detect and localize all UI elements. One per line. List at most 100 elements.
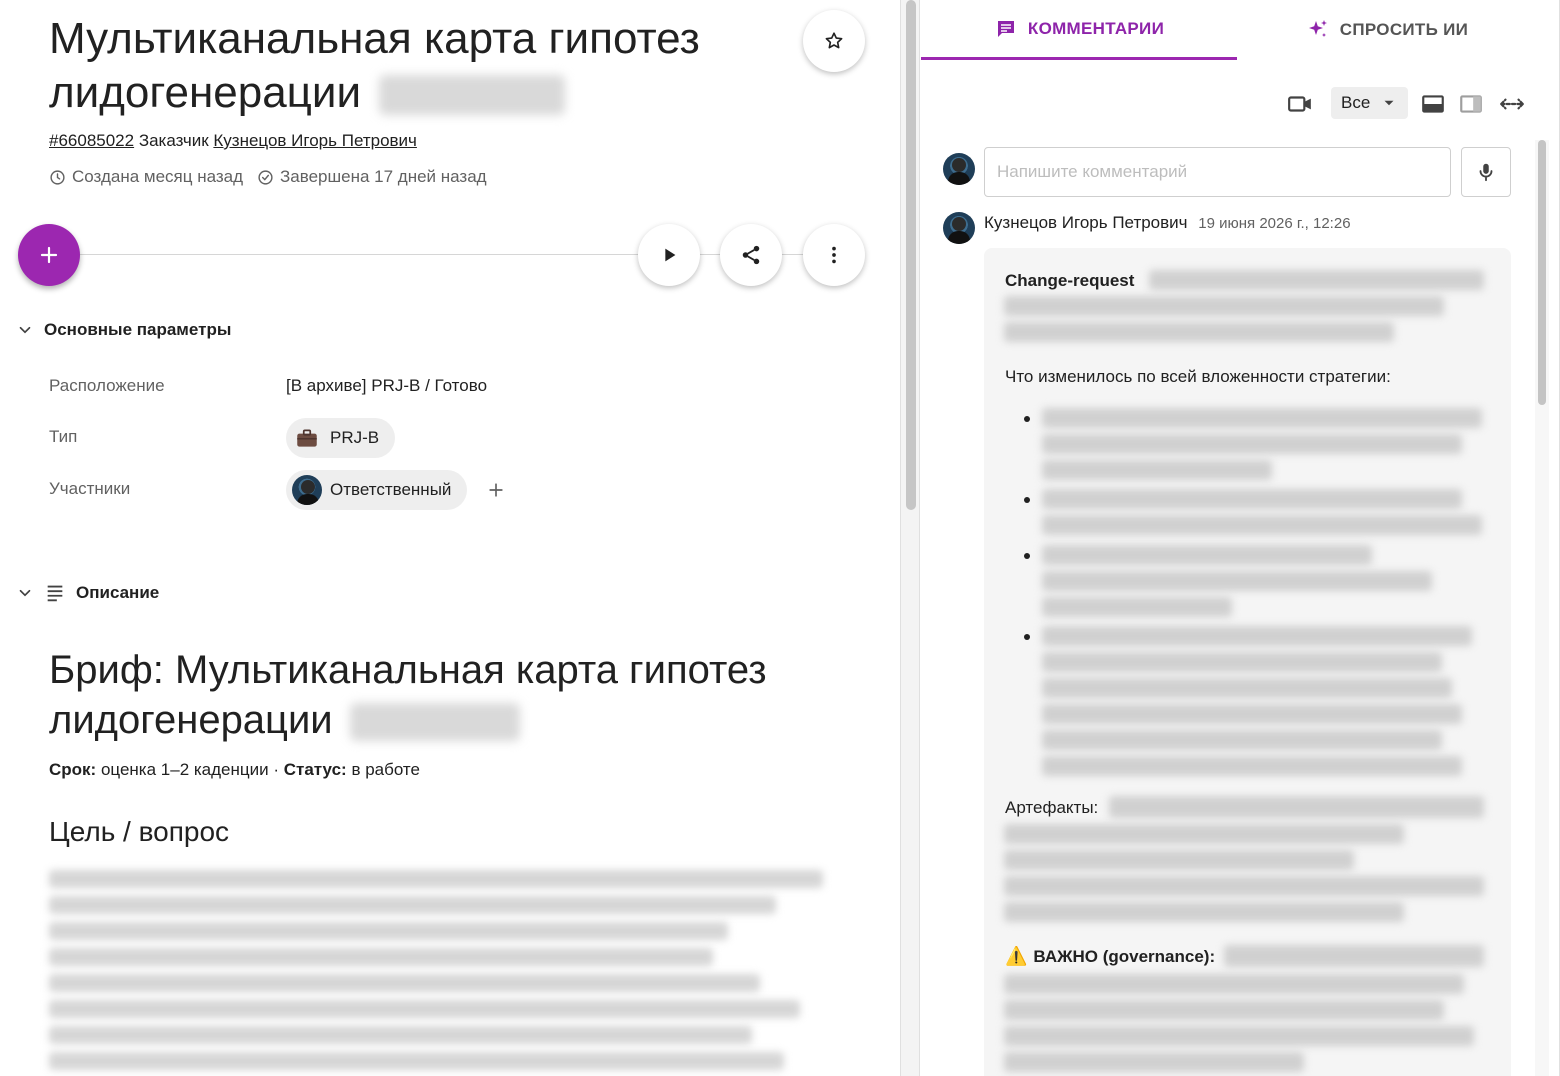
pane-splitter[interactable] (900, 0, 920, 1076)
expand-width-button[interactable] (1497, 90, 1527, 118)
bullet (1024, 497, 1030, 503)
redacted-text (1004, 322, 1394, 342)
redacted-text (1042, 545, 1372, 565)
dock-bottom-icon (1422, 95, 1444, 113)
brief-title: Бриф: Мультиканальная карта гипотез лидо… (49, 645, 849, 745)
comment-timestamp: 19 июня 2026 г., 12:26 (1198, 215, 1351, 232)
filter-value: Все (1341, 93, 1371, 112)
voice-input-button[interactable] (1461, 147, 1511, 197)
comments-panel: КОММЕНТАРИИ СПРОСИТЬ ИИ Все Напишите ком… (921, 0, 1560, 1076)
task-title-text: Мультиканальная карта гипотез лидогенера… (49, 14, 700, 117)
change-request-label: Change-request (1005, 271, 1135, 290)
redacted-brief-suffix (349, 703, 520, 742)
comment-input[interactable]: Напишите комментарий (984, 147, 1451, 197)
share-button[interactable] (720, 224, 782, 286)
avatar (943, 212, 975, 244)
artifacts-label: Артефакты: (1005, 798, 1099, 817)
task-dates: Создана месяц назад Завершена 17 дней на… (49, 167, 487, 187)
layout-bottom-button[interactable] (1418, 90, 1448, 118)
tab-ask-ai[interactable]: СПРОСИТЬ ИИ (1237, 0, 1537, 60)
task-meta: #66085022 Заказчик Кузнецов Игорь Петров… (49, 131, 417, 151)
task-detail-pane: Мультиканальная карта гипотез лидогенера… (0, 0, 900, 1076)
play-icon (665, 248, 676, 262)
redacted-text (1004, 974, 1464, 994)
customer-link[interactable]: Кузнецов Игорь Петрович (213, 131, 417, 150)
favorite-button[interactable] (803, 10, 865, 72)
deadline-label: Срок: (49, 760, 97, 779)
star-icon (825, 32, 843, 49)
bullet (1024, 553, 1030, 559)
videocam-icon (1288, 96, 1311, 112)
mic-icon (1479, 163, 1493, 182)
redacted-text (1042, 626, 1472, 646)
redacted-title-suffix (379, 75, 566, 116)
more-button[interactable] (803, 224, 865, 286)
redacted-text (1042, 652, 1442, 672)
chevron-down-icon (19, 589, 31, 597)
description-toggle[interactable]: Описание (16, 582, 159, 604)
tab-comments[interactable]: КОММЕНТАРИИ (921, 0, 1237, 60)
warning-icon: ⚠️ (1005, 946, 1028, 966)
members-label: Участники (49, 479, 131, 498)
location-value[interactable]: [В архиве] PRJ-B / Готово (286, 376, 487, 396)
add-button[interactable] (18, 224, 80, 286)
plus-icon (489, 483, 503, 497)
redacted-text (1042, 597, 1232, 617)
redacted-text (1042, 571, 1432, 591)
redacted-text (1042, 730, 1442, 750)
redacted-text (1042, 678, 1452, 698)
redacted-text (1042, 756, 1462, 776)
comment-header: Кузнецов Игорь Петрович 19 июня 2026 г.,… (984, 213, 1351, 233)
layout-side-button[interactable] (1456, 90, 1486, 118)
created-date: Создана месяц назад (72, 167, 244, 186)
tab-comments-label: КОММЕНТАРИИ (1027, 18, 1165, 38)
arrow-drop-down-icon (1384, 100, 1394, 106)
comment-author[interactable]: Кузнецов Игорь Петрович (984, 213, 1188, 232)
more-vert-icon (832, 246, 836, 264)
completed-date: Завершена 17 дней назад (280, 167, 487, 186)
run-button[interactable] (638, 224, 700, 286)
redacted-text (1042, 704, 1462, 724)
goal-heading: Цель / вопрос (49, 816, 230, 847)
comment-input-placeholder: Напишите комментарий (997, 162, 1188, 181)
redacted-text (1042, 515, 1482, 535)
redacted-text (1004, 902, 1404, 922)
video-button[interactable] (1285, 90, 1315, 118)
important-label: ВАЖНО (governance): (1033, 946, 1216, 966)
left-scrollbar-thumb[interactable] (906, 0, 916, 510)
type-label: Тип (49, 427, 78, 446)
redacted-text (1224, 945, 1484, 967)
bullet (1024, 416, 1030, 422)
chevron-down-icon (19, 326, 31, 334)
comment-icon (997, 20, 1014, 37)
type-chip-label: PRJ-B (330, 428, 380, 447)
member-chip[interactable]: Ответственный (286, 470, 468, 510)
important-note: ⚠️ ВАЖНО (governance): (1005, 946, 1215, 967)
comments-scrollbar-thumb[interactable] (1538, 140, 1546, 405)
notes-icon (47, 585, 63, 602)
redacted-text (1042, 434, 1462, 454)
comment-bubble: Change-request Что изменилось по всей вл… (984, 248, 1511, 1076)
check-circle-icon (258, 169, 273, 185)
main-params-heading: Основные параметры (44, 320, 232, 339)
briefcase-icon (292, 423, 322, 453)
task-id-link[interactable]: #66085022 (49, 131, 134, 150)
main-params-toggle[interactable]: Основные параметры (16, 320, 231, 340)
type-chip[interactable]: PRJ-B (286, 418, 396, 458)
tab-ask-ai-label: СПРОСИТЬ ИИ (1339, 20, 1469, 39)
redacted-text (1149, 270, 1484, 290)
share-icon (742, 245, 760, 265)
redacted-text (1042, 460, 1272, 480)
add-member-button[interactable] (486, 480, 506, 500)
changes-heading: Что изменилось по всей вложенности страт… (1005, 367, 1391, 386)
redacted-text (1004, 1026, 1474, 1046)
redacted-text (1042, 489, 1462, 509)
location-label: Расположение (49, 376, 165, 395)
comment-filter-select[interactable]: Все (1331, 87, 1408, 119)
comments-scrollbar[interactable] (1535, 140, 1549, 1076)
arrows-horizontal-icon (1500, 98, 1524, 110)
deadline-value: оценка 1–2 каденции · (100, 760, 280, 779)
clock-icon (50, 169, 65, 185)
redacted-text (1004, 1052, 1304, 1072)
redacted-text (1004, 824, 1404, 844)
